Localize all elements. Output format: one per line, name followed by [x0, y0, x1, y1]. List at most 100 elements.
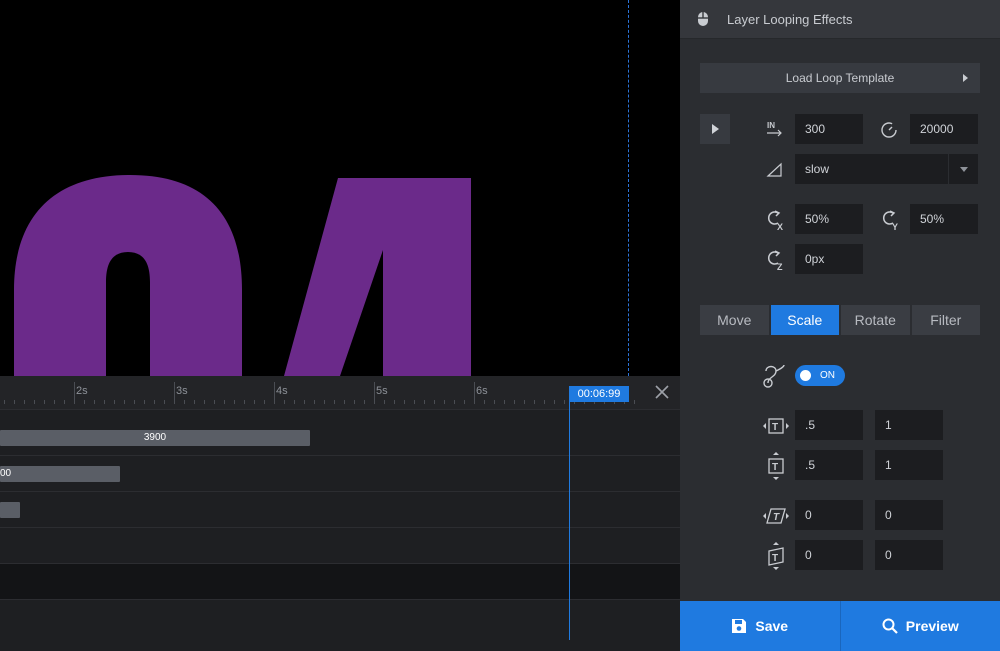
ruler-minor-tick — [294, 400, 295, 404]
guide-line — [628, 0, 629, 376]
ruler-minor-tick — [64, 400, 65, 404]
ruler-minor-tick — [484, 400, 485, 404]
loop-start-field[interactable]: 300 — [795, 114, 863, 144]
current-time-badge[interactable]: 00:06:99 — [569, 386, 629, 402]
ruler-minor-tick — [74, 400, 75, 404]
track-bar[interactable]: 00 — [0, 466, 120, 482]
ruler-label: 3s — [176, 385, 188, 397]
ruler-label: 5s — [376, 385, 388, 397]
ruler-minor-tick — [284, 400, 285, 404]
playhead[interactable] — [569, 402, 570, 640]
timeline-track[interactable] — [0, 492, 680, 528]
scale-x-to-field[interactable]: 1 — [875, 410, 943, 440]
timeline-track[interactable]: 00 — [0, 456, 680, 492]
purple-text-graphic — [14, 175, 471, 376]
svg-text:T: T — [772, 422, 778, 433]
scale-x-from-field[interactable]: .5 — [795, 410, 863, 440]
load-loop-template-button[interactable]: Load Loop Template — [700, 63, 980, 93]
save-button[interactable]: Save — [680, 601, 841, 651]
scale-toggle[interactable]: ON — [795, 365, 845, 386]
ruler-minor-tick — [474, 400, 475, 404]
track-bar[interactable]: 3900 — [0, 430, 310, 446]
timeline-track[interactable]: 3900 — [0, 420, 680, 456]
scale-y-to-field[interactable]: 1 — [875, 450, 943, 480]
play-loop-button[interactable] — [700, 114, 730, 144]
chevron-down-icon — [948, 154, 978, 184]
ruler-minor-tick — [464, 400, 465, 404]
ruler-minor-tick — [324, 400, 325, 404]
origin-x-field[interactable]: 50% — [795, 204, 863, 234]
ruler-minor-tick — [374, 400, 375, 404]
ruler-minor-tick — [4, 400, 5, 404]
ruler-minor-tick — [24, 400, 25, 404]
editor-root: 2s 3s 4s 5s 6s 00:06:99 3900 00 Layer Lo… — [0, 0, 1000, 651]
ruler-minor-tick — [444, 400, 445, 404]
skew-y-to-field[interactable]: 0 — [875, 540, 943, 570]
ruler-minor-tick — [124, 400, 125, 404]
tab-filter[interactable]: Filter — [911, 305, 980, 335]
rotate-origin-z-icon: Z — [768, 250, 783, 271]
ruler-minor-tick — [244, 400, 245, 404]
tab-move[interactable]: Move — [700, 305, 769, 335]
ruler-minor-tick — [514, 400, 515, 404]
scale-y-from-field[interactable]: .5 — [795, 450, 863, 480]
ruler-minor-tick — [224, 400, 225, 404]
ruler-minor-tick — [204, 400, 205, 404]
ruler-minor-tick — [454, 400, 455, 404]
svg-text:T: T — [773, 512, 780, 523]
ruler-minor-tick — [104, 400, 105, 404]
ruler-minor-tick — [194, 400, 195, 404]
track-bar[interactable] — [0, 502, 20, 518]
origin-z-field[interactable]: 0px — [795, 244, 863, 274]
svg-text:IN: IN — [767, 121, 775, 130]
loop-speed-field[interactable]: 20000 — [910, 114, 978, 144]
ruler-minor-tick — [414, 400, 415, 404]
skew-x-from-field[interactable]: 0 — [795, 500, 863, 530]
skew-x-to-field[interactable]: 0 — [875, 500, 943, 530]
ruler-minor-tick — [264, 400, 265, 404]
ruler-label: 2s — [76, 385, 88, 397]
rotate-origin-x-icon: X — [768, 210, 783, 231]
preview-button[interactable]: Preview — [841, 601, 1000, 651]
timeline-track[interactable] — [0, 564, 680, 600]
toggle-label: ON — [820, 370, 835, 381]
save-label: Save — [755, 618, 789, 634]
panel-footer: Save Preview — [680, 601, 1000, 651]
ruler-minor-tick — [84, 400, 85, 404]
easing-select[interactable]: slow — [795, 154, 978, 184]
ruler-minor-tick — [554, 400, 555, 404]
ruler-minor-tick — [494, 400, 495, 404]
skew-y-from-field[interactable]: 0 — [795, 540, 863, 570]
tab-rotate[interactable]: Rotate — [841, 305, 910, 335]
origin-y-field[interactable]: 50% — [910, 204, 978, 234]
loop-path-icon — [763, 364, 785, 388]
ruler-minor-tick — [334, 400, 335, 404]
ruler-minor-tick — [384, 400, 385, 404]
preview-label: Preview — [905, 618, 959, 634]
ruler-minor-tick — [174, 400, 175, 404]
mouse-icon — [698, 12, 708, 26]
ruler-minor-tick — [134, 400, 135, 404]
svg-text:Y: Y — [892, 222, 898, 231]
ruler-minor-tick — [154, 400, 155, 404]
toggle-knob — [800, 370, 811, 381]
timeline-track[interactable] — [0, 528, 680, 564]
save-icon — [732, 619, 747, 633]
tab-scale[interactable]: Scale — [770, 305, 839, 335]
ruler-label: 6s — [476, 385, 488, 397]
svg-text:T: T — [772, 462, 778, 473]
ruler-minor-tick — [44, 400, 45, 404]
panel-title: Layer Looping Effects — [727, 12, 853, 27]
close-icon[interactable] — [652, 382, 672, 402]
ruler-minor-tick — [144, 400, 145, 404]
time-ruler[interactable]: 2s 3s 4s 5s 6s 00:06:99 — [0, 376, 680, 410]
panel-header: Layer Looping Effects — [680, 0, 1000, 39]
ruler-minor-tick — [274, 400, 275, 404]
stage-canvas[interactable] — [0, 0, 680, 376]
ruler-minor-tick — [634, 400, 635, 404]
ruler-minor-tick — [544, 400, 545, 404]
chevron-right-icon — [963, 74, 968, 82]
ruler-minor-tick — [364, 400, 365, 404]
speed-icon — [881, 122, 897, 138]
ruler-minor-tick — [34, 400, 35, 404]
